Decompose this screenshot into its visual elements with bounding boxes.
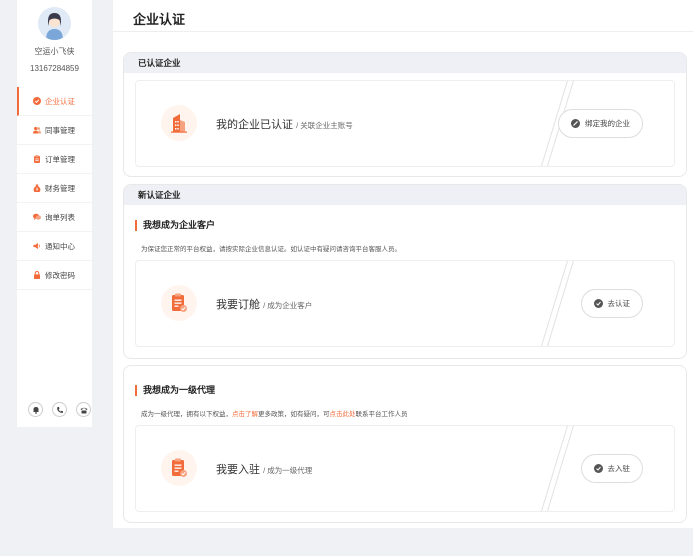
user-name: 空运小飞侠 (34, 47, 75, 56)
booking-title: 我要订舱 (216, 299, 260, 311)
enterprise-customer-text: 我要订舱 / 成为企业客户 (216, 296, 312, 312)
booking-subtitle: / 成为企业客户 (263, 301, 313, 310)
section-title-enterprise-customer: 我想成为企业客户 (135, 220, 215, 231)
button-label: 去认证 (607, 299, 631, 308)
document-check-icon (161, 450, 197, 486)
bell-icon[interactable] (28, 402, 43, 417)
document-check-icon (161, 285, 197, 321)
verified-subtitle: / 关联企业主账号 (296, 121, 353, 130)
agent-text: 我要入驻 / 成为一级代理 (216, 461, 312, 477)
go-certify-button[interactable]: 去认证 (580, 289, 643, 318)
sidebar-item-label: 询单列表 (45, 212, 75, 222)
chat-bubble-icon (33, 213, 41, 221)
check-icon (593, 464, 603, 473)
divider-slash (540, 261, 574, 346)
users-icon (33, 126, 41, 134)
money-bag-icon: ¥ (33, 184, 41, 192)
check-icon (593, 299, 603, 308)
agent-box: 我要入驻 / 成为一级代理 去入驻 (135, 425, 675, 512)
sidebar-item-orders[interactable]: 订单管理 (17, 145, 92, 174)
title-divider (113, 31, 693, 32)
go-settle-button[interactable]: 去入驻 (580, 454, 643, 483)
verified-text: 我的企业已认证 / 关联企业主账号 (216, 116, 353, 132)
main-panel: 企业认证 已认证企业 我的企业已认证 / 关联企业主账号 绑定我的企业 新认证企… (113, 0, 693, 528)
sidebar-item-colleagues[interactable]: 同事管理 (17, 116, 92, 145)
sidebar-menu: 企业认证 同事管理 订单管理 ¥ 财务管理 询单列表 通知中心 修改密码 (17, 87, 92, 290)
first-level-agent-card: 我想成为一级代理 成为一级代理，拥有以下权益，点击了解更多政策，如有疑问，可点击… (123, 365, 687, 523)
avatar[interactable] (38, 7, 71, 40)
building-icon (161, 105, 197, 141)
sidebar-item-notifications[interactable]: 通知中心 (17, 232, 92, 261)
settle-title: 我要入驻 (216, 464, 260, 476)
clipboard-icon (33, 155, 41, 163)
sidebar-item-finance[interactable]: ¥ 财务管理 (17, 174, 92, 203)
user-phone: 13167284859 (30, 64, 79, 73)
check-circle-icon (33, 97, 41, 105)
learn-more-link[interactable]: 点击了解 (232, 411, 258, 418)
verified-enterprise-card: 已认证企业 我的企业已认证 / 关联企业主账号 绑定我的企业 (123, 52, 687, 177)
settle-subtitle: / 成为一级代理 (263, 466, 313, 475)
contact-icons (28, 402, 91, 417)
bind-enterprise-button[interactable]: 绑定我的企业 (558, 109, 643, 138)
agent-desc-c: 联系平台工作人员 (355, 411, 408, 418)
lock-icon (33, 271, 41, 279)
card-header: 已认证企业 (124, 53, 686, 73)
telephone-icon[interactable] (76, 402, 91, 417)
enterprise-customer-box: 我要订舱 / 成为企业客户 去认证 (135, 260, 675, 347)
button-label: 绑定我的企业 (585, 119, 630, 128)
sidebar: 空运小飞侠 13167284859 企业认证 同事管理 订单管理 ¥ 财务管理 (17, 0, 92, 427)
sidebar-item-label: 修改密码 (45, 270, 75, 280)
button-label: 去入驻 (607, 464, 631, 473)
sidebar-item-label: 同事管理 (45, 125, 75, 135)
section-title-agent: 我想成为一级代理 (135, 385, 215, 396)
sidebar-item-change-password[interactable]: 修改密码 (17, 261, 92, 290)
section-desc-enterprise-customer: 为保证您正常的平台权益，请按实际企业信息认证。如认证中有疑问请咨询平台客服人员。 (141, 246, 401, 253)
verified-box: 我的企业已认证 / 关联企业主账号 绑定我的企业 (135, 80, 675, 167)
section-desc-agent: 成为一级代理，拥有以下权益，点击了解更多政策，如有疑问，可点击此处联系平台工作人… (141, 408, 408, 418)
sidebar-item-label: 企业认证 (45, 96, 75, 106)
sidebar-item-label: 财务管理 (45, 183, 75, 193)
contact-here-link[interactable]: 点击此处 (330, 411, 356, 418)
link-icon (571, 119, 580, 128)
new-enterprise-card: 新认证企业 我想成为企业客户 为保证您正常的平台权益，请按实际企业信息认证。如认… (123, 184, 687, 359)
phone-icon[interactable] (52, 402, 67, 417)
page-title: 企业认证 (133, 12, 186, 27)
sidebar-item-label: 订单管理 (45, 154, 75, 164)
sidebar-item-inquiry-list[interactable]: 询单列表 (17, 203, 92, 232)
agent-desc-a: 成为一级代理，拥有以下权益， (141, 411, 232, 418)
sidebar-item-label: 通知中心 (45, 241, 75, 251)
divider-slash (540, 426, 574, 511)
svg-text:¥: ¥ (36, 187, 39, 192)
verified-title: 我的企业已认证 (216, 119, 293, 131)
sidebar-item-enterprise-cert[interactable]: 企业认证 (17, 87, 92, 116)
agent-desc-b: 更多政策，如有疑问，可 (258, 411, 330, 418)
megaphone-icon (33, 242, 41, 250)
card-header: 新认证企业 (124, 185, 686, 205)
